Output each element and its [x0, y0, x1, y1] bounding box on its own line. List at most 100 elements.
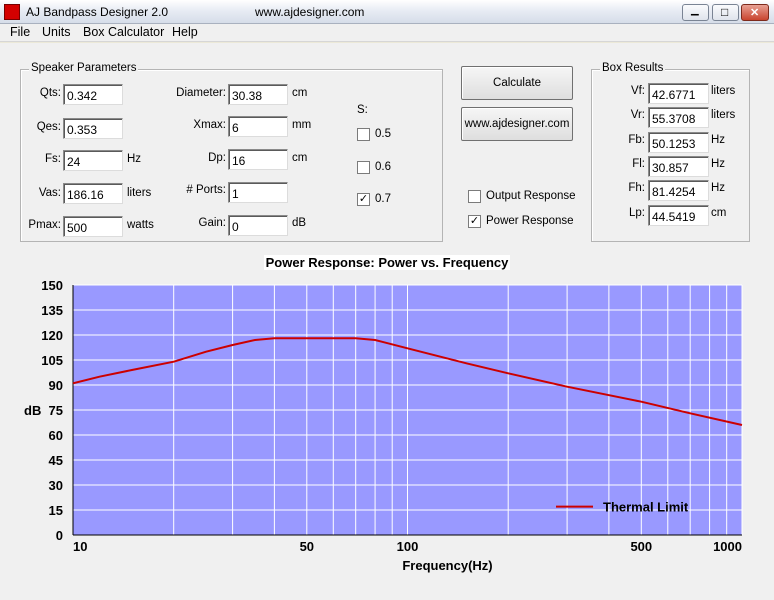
vf-unit: liters: [711, 85, 736, 97]
vr-field: 55.3708: [648, 107, 709, 128]
y-tick-label: 150: [41, 278, 63, 293]
minimize-icon: ▁: [691, 5, 699, 16]
xmax-unit: mm: [292, 119, 312, 131]
xmax-field[interactable]: 6: [228, 116, 288, 137]
menu-file[interactable]: File: [10, 25, 30, 39]
fh-field: 81.4254: [648, 180, 709, 201]
s-label: S:: [357, 104, 368, 116]
vas-unit: liters: [127, 187, 152, 199]
fb-label: Fb:: [628, 134, 645, 146]
app-icon: [4, 4, 20, 20]
pmax-unit: watts: [127, 219, 154, 231]
fl-label: Fl:: [632, 158, 645, 170]
menu-bar: File Units Box Calculator Help: [0, 24, 774, 42]
gain-field[interactable]: 0: [228, 215, 288, 236]
maximize-button[interactable]: □: [712, 4, 739, 21]
menu-help[interactable]: Help: [172, 25, 198, 39]
lp-field: 44.5419: [648, 205, 709, 226]
y-tick-label: 120: [41, 328, 63, 343]
diameter-unit: cm: [292, 87, 308, 99]
diameter-field[interactable]: 30.38: [228, 84, 288, 105]
website-button[interactable]: www.ajdesigner.com: [461, 107, 573, 141]
vas-field[interactable]: 186.16: [63, 183, 123, 204]
diameter-label: Diameter:: [176, 87, 226, 99]
speaker-parameters-title: Speaker Parameters: [29, 62, 139, 74]
y-tick-label: 75: [49, 403, 63, 418]
pmax-label: Pmax:: [28, 219, 61, 231]
qes-field[interactable]: 0.353: [63, 118, 123, 139]
checkmark-icon: ✓: [469, 215, 480, 227]
y-tick-label: 60: [49, 428, 63, 443]
fh-unit: Hz: [711, 182, 726, 194]
x-tick-label: 50: [300, 539, 314, 554]
calculate-button[interactable]: Calculate: [461, 66, 573, 100]
y-tick-label: 45: [49, 453, 63, 468]
y-tick-label: 15: [49, 503, 63, 518]
dp-label: Dp:: [208, 152, 226, 164]
legend-label: Thermal Limit: [603, 500, 689, 515]
s-0.5-label: 0.5: [375, 128, 391, 140]
window-title: AJ Bandpass Designer 2.0: [26, 5, 169, 19]
gain-label: Gain:: [198, 217, 227, 229]
s-0.7-checkbox[interactable]: ✓: [357, 193, 370, 206]
fb-field: 50.1253: [648, 132, 709, 153]
vr-unit: liters: [711, 109, 736, 121]
gain-unit: dB: [292, 217, 307, 229]
chart-title: Power Response: Power vs. Frequency: [0, 255, 774, 270]
close-icon: ✕: [750, 7, 760, 19]
s-0.6-checkbox[interactable]: [357, 161, 370, 174]
y-tick-label: 135: [41, 303, 63, 318]
s-0.6-label: 0.6: [375, 161, 391, 173]
qes-label: Qes:: [36, 121, 61, 133]
y-tick-label: 105: [41, 353, 63, 368]
x-tick-label: 500: [630, 539, 652, 554]
x-axis-label: Frequency(Hz): [402, 558, 492, 573]
ports-field[interactable]: 1: [228, 182, 288, 203]
client-area: Speaker Parameters Qts: 0.342 Qes: 0.353…: [0, 43, 774, 600]
y-axis-label: dB: [24, 403, 41, 418]
fs-label: Fs:: [45, 153, 61, 165]
qts-field[interactable]: 0.342: [63, 84, 123, 105]
y-tick-label: 0: [56, 528, 63, 543]
box-results-title: Box Results: [600, 62, 666, 74]
chart-title-text: Power Response: Power vs. Frequency: [263, 255, 511, 270]
lp-label: Lp:: [629, 207, 645, 219]
minimize-button[interactable]: ▁: [682, 4, 709, 21]
xmax-label: Xmax:: [193, 119, 226, 131]
window-title-url: www.ajdesigner.com: [255, 5, 365, 19]
y-tick-label: 30: [49, 478, 63, 493]
output-response-checkbox[interactable]: [468, 190, 481, 203]
close-button[interactable]: ✕: [741, 4, 769, 21]
checkmark-icon: ✓: [358, 193, 369, 205]
fl-field: 30.857: [648, 156, 709, 177]
x-tick-label: 10: [73, 539, 87, 554]
x-tick-label: 1000: [713, 539, 742, 554]
fs-field[interactable]: 24: [63, 150, 123, 171]
title-bar: AJ Bandpass Designer 2.0 www.ajdesigner.…: [0, 0, 774, 24]
x-tick-label: 100: [397, 539, 419, 554]
menu-box-calculator[interactable]: Box Calculator: [83, 25, 164, 39]
vf-label: Vf:: [630, 85, 645, 97]
dp-field[interactable]: 16: [228, 149, 288, 170]
maximize-icon: □: [721, 5, 729, 19]
speaker-parameters-group: Speaker Parameters Qts: 0.342 Qes: 0.353…: [20, 62, 443, 242]
fl-unit: Hz: [711, 158, 726, 170]
pmax-field[interactable]: 500: [63, 216, 123, 237]
s-0.5-checkbox[interactable]: [357, 128, 370, 141]
vf-field: 42.6771: [648, 83, 709, 104]
power-response-chart: 0 15 30 45 60 75 90 105 120 135 150 10 50 100 500 1000 d…: [24, 278, 743, 573]
dp-unit: cm: [292, 152, 308, 164]
qts-label: Qts:: [39, 87, 61, 99]
s-0.7-label: 0.7: [375, 193, 391, 205]
fh-label: Fh:: [628, 182, 645, 194]
output-response-label: Output Response: [486, 190, 576, 202]
power-response-label: Power Response: [486, 215, 574, 227]
ports-label: # Ports:: [186, 184, 226, 196]
menu-units[interactable]: Units: [42, 25, 70, 39]
lp-unit: cm: [711, 207, 727, 219]
fb-unit: Hz: [711, 134, 726, 146]
vr-label: Vr:: [630, 109, 645, 121]
power-response-checkbox[interactable]: ✓: [468, 215, 481, 228]
fs-unit: Hz: [127, 153, 142, 165]
y-tick-label: 90: [49, 378, 63, 393]
